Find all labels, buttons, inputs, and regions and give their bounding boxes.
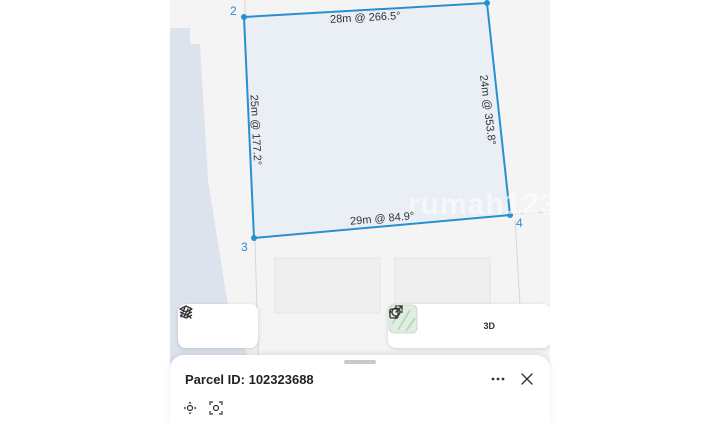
vertex-label-3: 3 <box>241 240 248 254</box>
watermark: rumah123 <box>408 188 550 221</box>
draw-icon <box>180 306 192 319</box>
three-d-button[interactable]: 3D <box>471 308 507 344</box>
map-line <box>514 219 521 306</box>
close-icon <box>521 373 533 385</box>
more-button[interactable] <box>488 370 508 388</box>
locate-button[interactable] <box>389 305 468 344</box>
map-tools-left <box>178 304 258 348</box>
capture-button[interactable] <box>208 400 224 416</box>
vertex-label-2: 2 <box>230 4 237 18</box>
three-d-label: 3D <box>483 321 496 331</box>
map-tools-right: 3D <box>388 304 550 348</box>
parcel-title: Parcel ID: 102323688 <box>185 372 314 387</box>
vertex-label-4: 4 <box>516 216 523 230</box>
recenter-button[interactable] <box>182 400 198 416</box>
vertex-marker[interactable] <box>241 14 247 20</box>
share-button[interactable] <box>389 305 547 344</box>
recenter-icon <box>183 401 197 415</box>
draw-button[interactable] <box>180 306 254 344</box>
more-icon <box>491 377 505 381</box>
sheet-drag-handle[interactable] <box>344 360 376 364</box>
close-button[interactable] <box>518 370 536 388</box>
vertex-marker[interactable] <box>251 235 257 241</box>
vertex-marker[interactable] <box>484 0 490 6</box>
building-outline <box>274 257 381 314</box>
parcel-sheet: Parcel ID: 102323688 <box>170 355 550 425</box>
share-icon <box>389 305 403 319</box>
capture-icon <box>209 401 223 415</box>
